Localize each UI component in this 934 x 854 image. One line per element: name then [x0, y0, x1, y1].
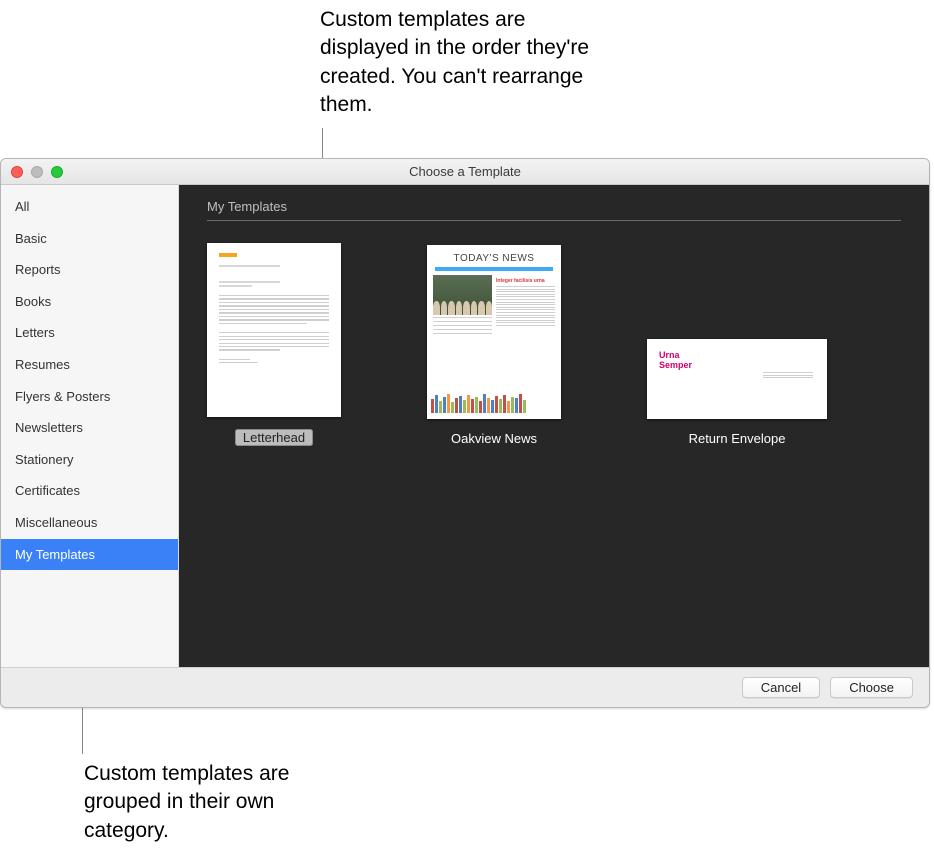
sidebar-item-flyers-posters[interactable]: Flyers & Posters: [1, 381, 178, 413]
sidebar-item-all[interactable]: All: [1, 191, 178, 223]
news-subhead: Integer facilisis urna: [496, 278, 555, 284]
sidebar-item-reports[interactable]: Reports: [1, 254, 178, 286]
sidebar-item-basic[interactable]: Basic: [1, 223, 178, 255]
template-thumbnail: [207, 243, 341, 417]
env-name-2: Semper: [659, 361, 815, 371]
news-title: TODAY'S NEWS: [433, 253, 555, 264]
sidebar-item-certificates[interactable]: Certificates: [1, 475, 178, 507]
sidebar-item-my-templates[interactable]: My Templates: [1, 539, 178, 571]
template-letterhead[interactable]: Letterhead: [207, 243, 341, 446]
sidebar-item-books[interactable]: Books: [1, 286, 178, 318]
template-oakview-news[interactable]: TODAY'S NEWS Integer facilisis urna: [427, 245, 561, 446]
cancel-button[interactable]: Cancel: [742, 677, 820, 698]
sidebar-item-newsletters[interactable]: Newsletters: [1, 412, 178, 444]
sidebar-item-stationery[interactable]: Stationery: [1, 444, 178, 476]
template-grid-area: My Templates: [179, 185, 929, 667]
template-label: Oakview News: [451, 431, 537, 446]
sidebar-item-miscellaneous[interactable]: Miscellaneous: [1, 507, 178, 539]
window-title: Choose a Template: [1, 164, 929, 179]
sidebar-item-letters[interactable]: Letters: [1, 317, 178, 349]
callout-bottom: Custom templates are grouped in their ow…: [84, 760, 344, 845]
callout-top: Custom templates are displayed in the or…: [320, 6, 600, 119]
sidebar: All Basic Reports Books Letters Resumes …: [1, 185, 179, 667]
section-header: My Templates: [207, 199, 901, 221]
template-label: Return Envelope: [689, 431, 786, 446]
template-thumbnail: TODAY'S NEWS Integer facilisis urna: [427, 245, 561, 419]
template-chooser-window: Choose a Template All Basic Reports Book…: [0, 158, 930, 708]
titlebar: Choose a Template: [1, 159, 929, 185]
template-return-envelope[interactable]: Urna Semper Return Envelope: [647, 339, 827, 446]
sidebar-item-resumes[interactable]: Resumes: [1, 349, 178, 381]
template-grid: Letterhead TODAY'S NEWS Inte: [207, 243, 901, 446]
footer: Cancel Choose: [1, 667, 929, 707]
template-thumbnail: Urna Semper: [647, 339, 827, 419]
template-label-editing[interactable]: Letterhead: [235, 429, 313, 446]
choose-button[interactable]: Choose: [830, 677, 913, 698]
